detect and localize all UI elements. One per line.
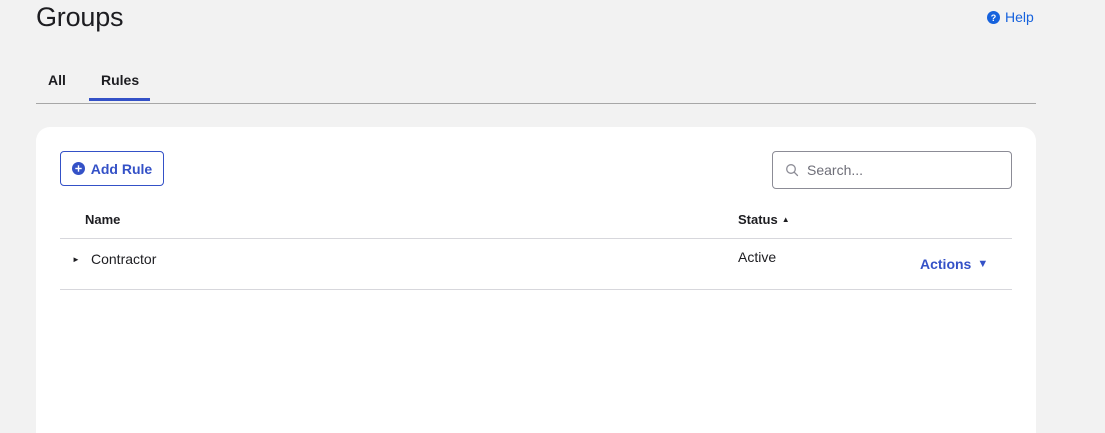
tab-all[interactable]: All <box>48 72 66 88</box>
table-header: Name Status ▲ <box>60 201 1012 239</box>
plus-circle-icon <box>71 162 85 175</box>
sort-ascending-icon: ▲ <box>781 215 790 224</box>
actions-dropdown[interactable]: Actions ▼ <box>920 256 988 272</box>
rules-table: Name Status ▲ ► Contractor Active Action… <box>60 201 1012 290</box>
tab-bar: All Rules <box>36 62 1036 104</box>
table-row: ► Contractor Active Actions ▼ <box>60 239 1012 290</box>
caret-down-icon: ▼ <box>977 258 989 270</box>
rules-card: Add Rule Name Status ▲ ► Contract <box>36 127 1036 433</box>
question-circle-icon: ? <box>987 10 1000 24</box>
svg-text:?: ? <box>991 13 997 23</box>
search-icon <box>785 163 799 177</box>
search-input[interactable] <box>805 161 999 179</box>
column-header-status[interactable]: Status ▲ <box>738 212 790 227</box>
add-rule-button[interactable]: Add Rule <box>60 151 164 186</box>
tab-rules[interactable]: Rules <box>101 72 139 88</box>
add-rule-label: Add Rule <box>90 160 153 177</box>
search-box[interactable] <box>772 151 1012 189</box>
actions-label: Actions <box>920 256 972 272</box>
active-tab-indicator <box>89 98 150 101</box>
column-header-status-label: Status <box>738 212 778 227</box>
groups-page: Groups ? Help All Rules Add Rule Search.… <box>0 0 1105 433</box>
rule-status: Active <box>738 249 777 265</box>
expand-triangle-icon[interactable]: ► <box>72 255 80 264</box>
help-label: Help <box>1005 9 1034 25</box>
help-link[interactable]: ? Help <box>987 9 1034 25</box>
page-title: Groups <box>36 2 124 32</box>
column-header-name[interactable]: Name <box>85 212 120 227</box>
rule-name: Contractor <box>91 251 157 267</box>
